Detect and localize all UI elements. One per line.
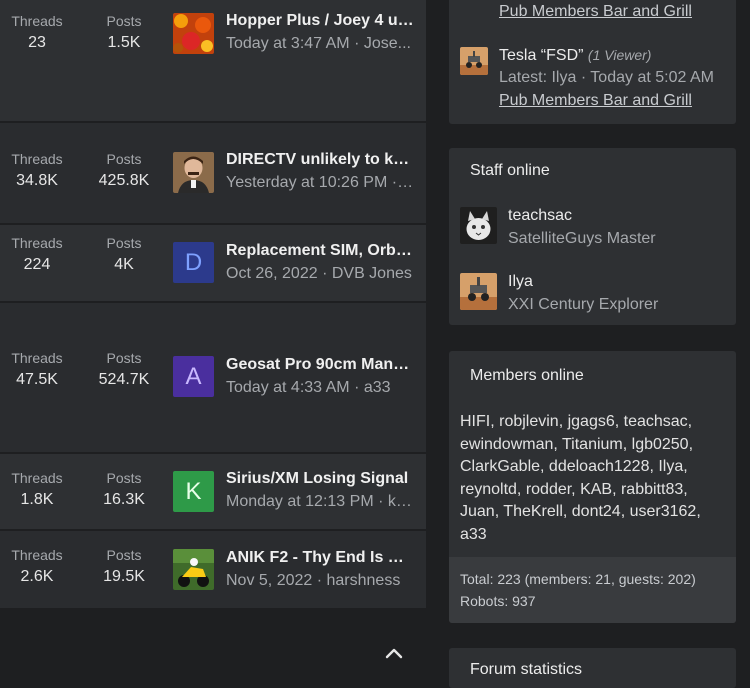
staff-title: SatelliteGuys Master xyxy=(508,230,656,247)
forum-row: Threads 224 Posts 4K D Replacement SIM, … xyxy=(0,225,426,301)
forum-row: Threads 34.8K Posts 425.8K DIRECTV unlik… xyxy=(0,123,426,223)
thread-meta[interactable]: Monday at 12:13 PM · ks... xyxy=(226,493,414,511)
thread-meta[interactable]: Today at 4:33 AM · a33 xyxy=(226,379,414,397)
threads-label: Threads xyxy=(11,547,63,563)
posts-label: Posts xyxy=(106,350,142,366)
staff-title: XXI Century Explorer xyxy=(508,296,659,313)
threads-stat: Threads 47.5K xyxy=(0,350,74,389)
threads-label: Threads xyxy=(11,235,63,251)
cat-avatar[interactable] xyxy=(460,207,497,244)
threads-count: 23 xyxy=(28,34,46,51)
posts-count: 4K xyxy=(114,256,134,273)
chevron-up-icon xyxy=(385,648,403,659)
threads-count: 2.6K xyxy=(20,568,54,585)
staff-online-heading: Staff online xyxy=(470,162,550,179)
latest-meta[interactable]: Latest: Ilya · Today at 5:02 AM xyxy=(499,69,714,87)
threads-stat: Threads 23 xyxy=(0,13,74,52)
latest-posts-block: Pub Members Bar and Grill Tesla “FSD” (1… xyxy=(449,0,736,124)
thread-title-link[interactable]: Replacement SIM, Orby ... xyxy=(226,242,414,260)
members-online-list[interactable]: HIFI, robjlevin, jgags6, teachsac, ewind… xyxy=(460,411,730,546)
thread-meta[interactable]: Today at 3:47 AM · Jose... xyxy=(226,35,414,53)
forum-row: Threads 47.5K Posts 524.7K A Geosat Pro … xyxy=(0,303,426,452)
posts-count: 425.8K xyxy=(98,172,150,189)
members-online-block: Members online HIFI, robjlevin, jgags6, … xyxy=(449,351,736,623)
scroll-top-button[interactable] xyxy=(380,640,408,666)
posts-label: Posts xyxy=(106,235,142,251)
threads-stat: Threads 1.8K xyxy=(0,470,74,509)
forum-statistics-block: Forum statistics xyxy=(449,648,736,688)
posts-label: Posts xyxy=(106,470,142,486)
viewer-count: (1 Viewer) xyxy=(587,47,652,63)
letter-avatar[interactable]: K xyxy=(173,471,214,512)
posts-label: Posts xyxy=(106,151,142,167)
threads-label: Threads xyxy=(11,470,63,486)
threads-label: Threads xyxy=(11,350,63,366)
mars-rover-avatar[interactable] xyxy=(460,47,488,75)
posts-label: Posts xyxy=(106,13,142,29)
posts-stat: Posts 16.3K xyxy=(84,470,164,509)
posts-count: 524.7K xyxy=(98,371,150,388)
threads-stat: Threads 2.6K xyxy=(0,547,74,586)
forum-row: Threads 2.6K Posts 19.5K ANIK F2 - Thy E… xyxy=(0,531,426,608)
staff-name-link[interactable]: Ilya xyxy=(508,273,533,291)
posts-stat: Posts 425.8K xyxy=(84,151,164,190)
thread-title-link[interactable]: Tesla “FSD” xyxy=(499,47,583,64)
posts-label: Posts xyxy=(106,547,142,563)
threads-stat: Threads 224 xyxy=(0,235,74,274)
thread-title-link[interactable]: Sirius/XM Losing Signal xyxy=(226,470,414,488)
forum-row: Threads 1.8K Posts 16.3K K Sirius/XM Los… xyxy=(0,454,426,529)
posts-count: 16.3K xyxy=(103,491,145,508)
forum-link[interactable]: Pub Members Bar and Grill xyxy=(499,92,692,110)
posts-stat: Posts 524.7K xyxy=(84,350,164,389)
posts-count: 1.5K xyxy=(107,34,141,51)
thread-title-link[interactable]: Hopper Plus / Joey 4 us... xyxy=(226,12,414,30)
thread-meta[interactable]: Nov 5, 2022 · harshness xyxy=(226,572,414,590)
threads-count: 1.8K xyxy=(20,491,54,508)
portrait-avatar[interactable] xyxy=(173,152,214,193)
letter-avatar[interactable]: A xyxy=(173,356,214,397)
members-online-footer: Total: 223 (members: 21, guests: 202) Ro… xyxy=(449,557,736,623)
staff-name-link[interactable]: teachsac xyxy=(508,207,572,225)
threads-stat: Threads 34.8K xyxy=(0,151,74,190)
thread-title-link[interactable]: DIRECTV unlikely to kee... xyxy=(226,151,414,169)
posts-stat: Posts 19.5K xyxy=(84,547,164,586)
online-robots: Robots: 937 xyxy=(460,593,536,609)
threads-label: Threads xyxy=(11,13,63,29)
threads-label: Threads xyxy=(11,151,63,167)
posts-stat: Posts 4K xyxy=(84,235,164,274)
threads-count: 224 xyxy=(23,256,51,273)
staff-online-block: Staff online teachsac SatelliteGuys Mast… xyxy=(449,148,736,325)
thread-meta[interactable]: Oct 26, 2022 · DVB Jones xyxy=(226,265,414,283)
threads-count: 34.8K xyxy=(16,172,58,189)
members-online-heading: Members online xyxy=(470,367,584,384)
posts-count: 19.5K xyxy=(103,568,145,585)
thread-meta[interactable]: Yesterday at 10:26 PM · ... xyxy=(226,174,414,192)
posts-stat: Posts 1.5K xyxy=(84,13,164,52)
forum-statistics-heading: Forum statistics xyxy=(470,661,583,678)
motorbike-avatar[interactable] xyxy=(173,549,214,590)
letter-avatar[interactable]: D xyxy=(173,242,214,283)
latest-thread: Tesla “FSD” (1 Viewer) xyxy=(499,47,651,65)
thread-title-link[interactable]: ANIK F2 - Thy End Is Ne... xyxy=(226,549,414,567)
thread-title-link[interactable]: Geosat Pro 90cm Manu... xyxy=(226,356,414,374)
forum-link[interactable]: Pub Members Bar and Grill xyxy=(499,3,692,21)
threads-count: 47.5K xyxy=(16,371,58,388)
mars-rover-avatar[interactable] xyxy=(460,273,497,310)
autumn-leaves-avatar[interactable] xyxy=(173,13,214,54)
forum-row: Threads 23 Posts 1.5K Hopper Plus / Joey… xyxy=(0,0,426,121)
online-total: Total: 223 (members: 21, guests: 202) xyxy=(460,571,696,587)
